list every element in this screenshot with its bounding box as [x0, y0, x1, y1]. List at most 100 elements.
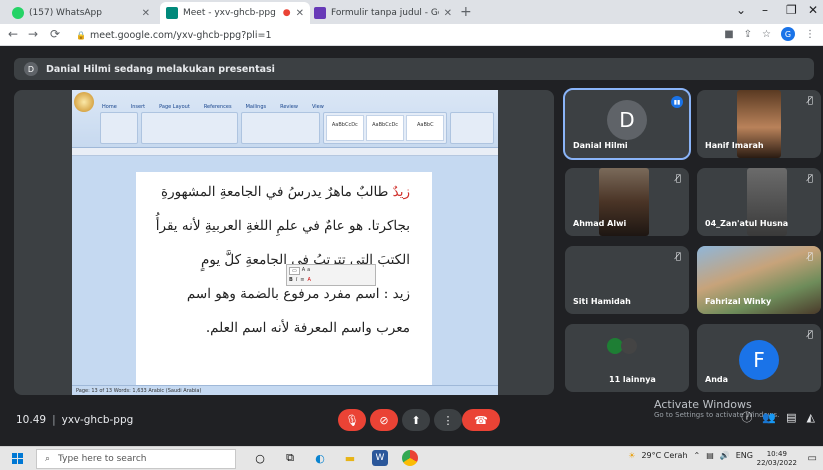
- tab-forms[interactable]: Formulir tanpa judul - Google Fo ✕: [308, 2, 458, 24]
- font-color-icon: A: [307, 277, 311, 283]
- present-button[interactable]: ⬆: [402, 409, 430, 431]
- search-placeholder: Type here to search: [58, 454, 147, 464]
- meet-icon: [166, 7, 178, 19]
- presentation-stage[interactable]: Home Insert Page Layout References Maili…: [14, 90, 554, 395]
- network-icon[interactable]: ▤: [706, 451, 714, 460]
- present-icon: ⬆: [411, 413, 421, 427]
- volume-icon[interactable]: 🔊: [720, 451, 730, 460]
- bookmark-star-icon[interactable]: ☆: [762, 29, 771, 40]
- align-icon: ≡: [300, 277, 305, 283]
- participant-tile[interactable]: 🎙̸ Ahmad Alwi: [565, 168, 689, 236]
- avatar: D: [607, 100, 647, 140]
- mic-off-icon: 🎙̸: [807, 252, 813, 262]
- browser-tab-strip: (157) WhatsApp ✕ Meet - yxv-ghcb-ppg ● ✕…: [0, 0, 823, 24]
- back-icon[interactable]: ←: [8, 27, 18, 41]
- speaking-indicator-icon: ▮▮: [671, 96, 683, 108]
- participant-tile[interactable]: 🎙̸ Siti Hamidah: [565, 246, 689, 314]
- style-box: AaBbC: [406, 115, 445, 141]
- new-tab-button[interactable]: +: [460, 4, 472, 20]
- tab-search-icon[interactable]: ⌄: [736, 3, 746, 17]
- ribbon-tabs: Home Insert Page Layout References Maili…: [102, 104, 324, 110]
- word-status-bar: Page: 13 of 13 Words: 1,633 Arabic (Saud…: [72, 385, 498, 395]
- ribbon-groups: AaBbCcDc AaBbCcDc AaBbC: [100, 112, 494, 144]
- cortana-icon[interactable]: ○: [252, 450, 268, 466]
- participant-name: Ahmad Alwi: [573, 219, 627, 228]
- styles-group: AaBbCcDc AaBbCcDc AaBbC: [322, 112, 448, 144]
- avatar: [621, 338, 637, 354]
- chat-icon[interactable]: ▤: [786, 411, 796, 424]
- tray-expand-icon[interactable]: ⌃: [694, 451, 701, 460]
- word-icon[interactable]: W: [372, 450, 388, 466]
- recording-dot-icon: ●: [282, 8, 291, 18]
- clipboard-group: [100, 112, 138, 144]
- language-indicator[interactable]: ENG: [736, 451, 753, 460]
- word-window: Home Insert Page Layout References Maili…: [72, 90, 498, 395]
- mini-toolbar: ▭ A a B I ≡ A: [286, 264, 376, 286]
- taskbar-search-input[interactable]: ⌕ Type here to search: [36, 449, 236, 469]
- mic-toggle-button[interactable]: 🎙: [338, 409, 366, 431]
- others-tile[interactable]: 11 lainnya: [565, 324, 689, 392]
- forms-icon: [314, 7, 326, 19]
- grow-font-icon: A: [301, 267, 306, 273]
- font-select-icon: ▭: [289, 267, 300, 275]
- clock[interactable]: 10:49 22/03/2022: [757, 450, 797, 468]
- meeting-info: 10.49 | yxv-ghcb-ppg: [16, 414, 133, 426]
- participant-name: Anda: [705, 375, 729, 384]
- weather-text[interactable]: 29°C Cerah: [641, 451, 687, 460]
- paragraph-group: [240, 112, 320, 144]
- menu-kebab-icon[interactable]: ⋮: [805, 29, 815, 40]
- address-bar-row: ← → ⟳ 🔒 meet.google.com/yxv-ghcb-ppg?pli…: [0, 24, 823, 46]
- notification-icon[interactable]: ▭: [808, 453, 817, 464]
- file-explorer-icon[interactable]: ▬: [342, 450, 358, 466]
- participant-name: 04_Zan'atul Husna: [705, 219, 789, 228]
- tab-meet[interactable]: Meet - yxv-ghcb-ppg ● ✕: [160, 2, 310, 24]
- presenting-text: Danial Hilmi sedang melakukan presentasi: [46, 63, 275, 75]
- people-icon[interactable]: 👥: [762, 411, 776, 424]
- reload-icon[interactable]: ⟳: [50, 27, 60, 41]
- close-icon[interactable]: ✕: [296, 8, 304, 19]
- doc-line: بجاكرتا. هو عامٌ في علمِ اللغةِ العربيةِ…: [155, 218, 410, 234]
- close-icon[interactable]: ✕: [142, 8, 150, 19]
- edge-icon[interactable]: ◐: [312, 450, 328, 466]
- task-view-icon[interactable]: ⧉: [282, 450, 298, 466]
- chrome-icon[interactable]: [402, 450, 418, 466]
- windows-start-icon[interactable]: [12, 453, 23, 464]
- camera-toggle-button[interactable]: ⊘: [370, 409, 398, 431]
- participant-tile[interactable]: 🎙̸ 04_Zan'atul Husna: [697, 168, 821, 236]
- italic-icon: I: [295, 277, 298, 283]
- participant-tile[interactable]: 🎙̸ Hanif Imarah: [697, 90, 821, 158]
- forward-icon[interactable]: →: [28, 27, 38, 41]
- more-options-button[interactable]: ⋮: [434, 409, 462, 431]
- close-window-button[interactable]: ✕: [808, 3, 818, 17]
- system-tray: ☀ 29°C Cerah ⌃ ▤ 🔊 ENG: [628, 451, 753, 460]
- lock-icon: 🔒: [76, 30, 86, 40]
- ribbon-tab: Mailings: [245, 104, 267, 110]
- url-field[interactable]: 🔒 meet.google.com/yxv-ghcb-ppg?pli=1: [76, 27, 272, 43]
- meeting-time: 10.49: [16, 414, 47, 426]
- close-icon[interactable]: ✕: [444, 8, 452, 19]
- doc-line: زيدٌ طالبٌ ماهرٌ يدرسُ في الجامعةِ المشه…: [161, 184, 410, 200]
- mic-off-icon: 🎙: [345, 413, 359, 427]
- doc-line: زيد : اسم مفرد مرفوع بالضمة وهو اسم: [186, 286, 410, 302]
- maximize-button[interactable]: ❐: [786, 3, 797, 17]
- activities-icon[interactable]: ◭: [807, 411, 815, 424]
- end-call-button[interactable]: ☎: [462, 409, 500, 431]
- participant-tile[interactable]: 🎙̸ Fahrizal Winky: [697, 246, 821, 314]
- ruler: [72, 148, 498, 156]
- minimize-button[interactable]: –: [762, 3, 768, 17]
- camera-indicator-icon[interactable]: ■: [724, 29, 733, 40]
- ribbon-tab: Page Layout: [159, 104, 190, 110]
- clock-date: 22/03/2022: [756, 459, 797, 467]
- ribbon-tab: Home: [102, 104, 117, 110]
- participant-tile[interactable]: D ▮▮ Danial Hilmi: [563, 88, 691, 160]
- participant-tile[interactable]: F 🎙̸ Anda: [697, 324, 821, 392]
- participant-name: Danial Hilmi: [573, 141, 628, 150]
- meeting-code: yxv-ghcb-ppg: [61, 414, 134, 426]
- share-icon[interactable]: ⇪: [744, 29, 752, 40]
- tab-whatsapp[interactable]: (157) WhatsApp ✕: [6, 2, 156, 24]
- others-count: 11 lainnya: [609, 375, 656, 384]
- profile-avatar[interactable]: G: [781, 27, 795, 41]
- info-icon[interactable]: ⓘ: [741, 409, 752, 425]
- shrink-font-icon: a: [307, 267, 311, 273]
- camera-off-icon: ⊘: [379, 413, 389, 427]
